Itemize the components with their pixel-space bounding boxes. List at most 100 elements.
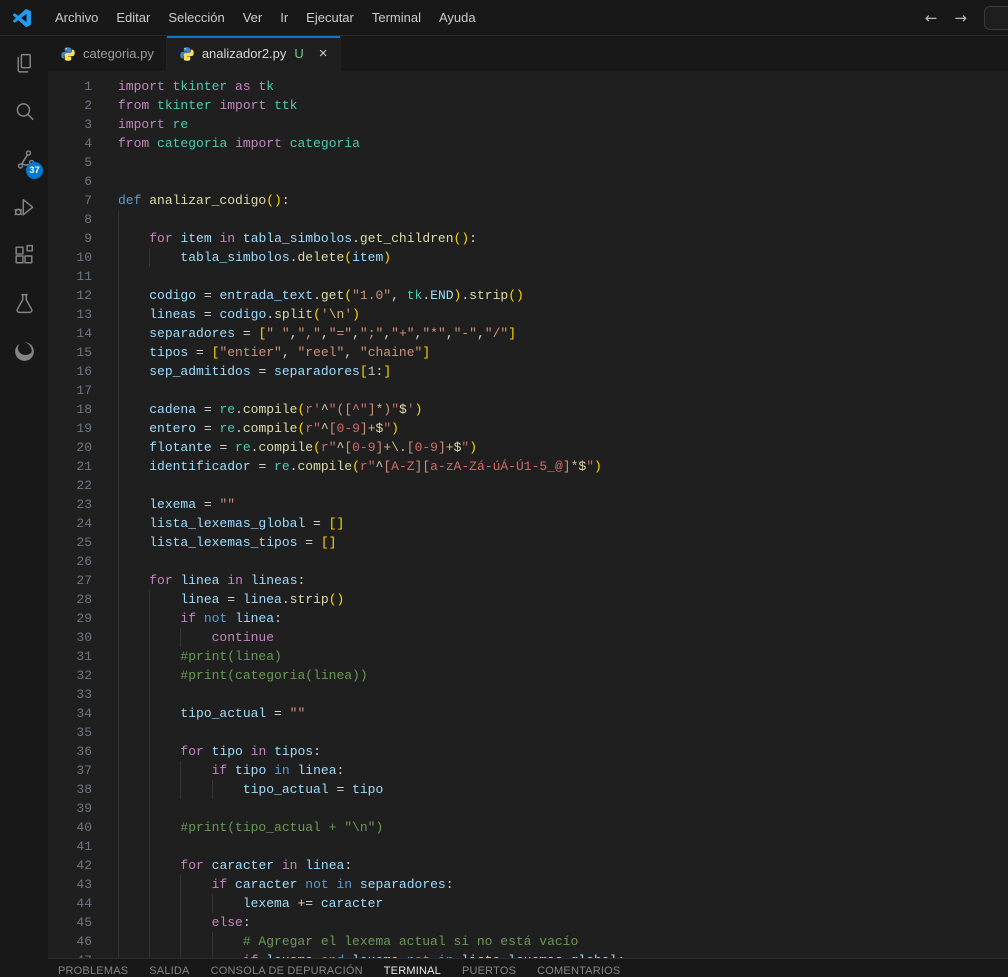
indent-guide <box>149 913 150 932</box>
code-token: caracter <box>321 896 383 911</box>
line-number: 25 <box>48 533 118 552</box>
code-line-content: #print(categoria(linea)) <box>118 666 1008 685</box>
panel-tab-salida[interactable]: SALIDA <box>149 959 189 977</box>
code-token: "1.0" <box>352 288 391 303</box>
indent-guide <box>118 343 119 362</box>
code-token <box>118 421 149 436</box>
line-number: 32 <box>48 666 118 685</box>
code-line: 20 flotante = re.compile(r"^[0-9]+\.[0-9… <box>48 438 1008 457</box>
indent-guide <box>118 476 119 495</box>
command-center-search[interactable] <box>984 6 1008 30</box>
code-token: "," <box>297 326 320 341</box>
code-token: [] <box>321 535 337 550</box>
extensions-icon[interactable] <box>0 231 48 279</box>
indent-guide <box>118 837 119 856</box>
code-token: in <box>219 231 235 246</box>
code-line: 28 linea = linea.strip() <box>48 590 1008 609</box>
indent-guide <box>149 951 150 958</box>
code-token: ( <box>344 288 352 303</box>
menu-item-editar[interactable]: Editar <box>107 0 159 35</box>
menu-item-ver[interactable]: Ver <box>234 0 272 35</box>
code-token: else <box>212 915 243 930</box>
line-number: 14 <box>48 324 118 343</box>
menu-item-ayuda[interactable]: Ayuda <box>430 0 485 35</box>
code-token <box>266 744 274 759</box>
indent-guide <box>212 894 213 913</box>
code-token: split <box>274 307 313 322</box>
code-token: : <box>469 231 477 246</box>
code-token: not <box>305 877 328 892</box>
code-token: r' <box>305 402 321 417</box>
code-token: linea <box>235 611 274 626</box>
panel-tab-comentarios[interactable]: COMENTARIOS <box>537 959 620 977</box>
testing-icon[interactable] <box>0 279 48 327</box>
code-line: 25 lista_lexemas_tipos = [] <box>48 533 1008 552</box>
code-token: \. <box>391 440 407 455</box>
code-token: ] <box>438 440 446 455</box>
menu-item-selecci-n[interactable]: Selección <box>159 0 233 35</box>
code-line: 1import tkinter as tk <box>48 77 1008 96</box>
indent-guide <box>118 305 119 324</box>
code-token: entero <box>149 421 196 436</box>
indent-guide <box>118 780 119 799</box>
code-token <box>118 877 212 892</box>
code-token: for <box>180 744 203 759</box>
code-line: 17 <box>48 381 1008 400</box>
code-token: [] <box>329 516 345 531</box>
code-token: tabla_simbolos <box>180 250 289 265</box>
code-token: "/" <box>485 326 508 341</box>
menu-item-ejecutar[interactable]: Ejecutar <box>297 0 363 35</box>
line-number: 43 <box>48 875 118 894</box>
code-token: codigo <box>219 307 266 322</box>
panel-tab-problemas[interactable]: PROBLEMAS <box>58 959 128 977</box>
indent-guide <box>149 723 150 742</box>
close-tab-icon[interactable]: × <box>319 46 328 61</box>
code-line: 9 for item in tabla_simbolos.get_childre… <box>48 229 1008 248</box>
indent-guide <box>118 685 119 704</box>
ms-edge-icon[interactable] <box>0 327 48 375</box>
code-line: 35 <box>48 723 1008 742</box>
tab-analizador2-py[interactable]: analizador2.py U × <box>167 36 341 71</box>
code-token <box>149 98 157 113</box>
code-editor[interactable]: 1import tkinter as tk2from tkinter impor… <box>48 71 1008 958</box>
code-token: from <box>118 136 149 151</box>
menu-item-archivo[interactable]: Archivo <box>46 0 107 35</box>
code-token: " <box>586 459 594 474</box>
code-line-content: from tkinter import ttk <box>118 96 1008 115</box>
panel-tab-consola-de-depuraci-n[interactable]: CONSOLA DE DEPURACIÓN <box>211 959 363 977</box>
code-token: , <box>446 326 454 341</box>
code-token: , <box>391 288 407 303</box>
code-line-content <box>118 172 1008 191</box>
indent-guide <box>180 913 181 932</box>
panel-tab-terminal[interactable]: TERMINAL <box>384 959 441 977</box>
code-token: re <box>219 402 235 417</box>
line-number: 20 <box>48 438 118 457</box>
indent-guide <box>180 932 181 951</box>
code-token: ] <box>422 345 430 360</box>
code-line-content: lineas = codigo.split('\n') <box>118 305 1008 324</box>
panel-tab-puertos[interactable]: PUERTOS <box>462 959 516 977</box>
line-number: 34 <box>48 704 118 723</box>
code-line: 16 sep_admitidos = separadores[1:] <box>48 362 1008 381</box>
code-token: ] <box>360 421 368 436</box>
code-token: tipo <box>352 782 383 797</box>
menu-bar: ArchivoEditarSelecciónVerIrEjecutarTermi… <box>46 0 485 35</box>
explorer-icon[interactable] <box>0 39 48 87</box>
menu-item-terminal[interactable]: Terminal <box>363 0 430 35</box>
code-token: tkinter <box>173 79 228 94</box>
search-icon[interactable] <box>0 87 48 135</box>
code-token: : <box>243 915 251 930</box>
nav-forward-icon[interactable]: → <box>954 9 967 27</box>
nav-back-icon[interactable]: ← <box>925 9 938 27</box>
code-token <box>227 877 235 892</box>
tab-categoria-py[interactable]: categoria.py <box>48 36 167 71</box>
indent-guide <box>149 742 150 761</box>
code-line-content: for linea in lineas: <box>118 571 1008 590</box>
indent-guide <box>118 552 119 571</box>
code-token: separadores <box>149 326 235 341</box>
menu-item-ir[interactable]: Ir <box>271 0 297 35</box>
source-control-icon[interactable]: 37 <box>0 135 48 183</box>
line-number: 12 <box>48 286 118 305</box>
code-token: " <box>391 402 399 417</box>
run-and-debug-icon[interactable] <box>0 183 48 231</box>
